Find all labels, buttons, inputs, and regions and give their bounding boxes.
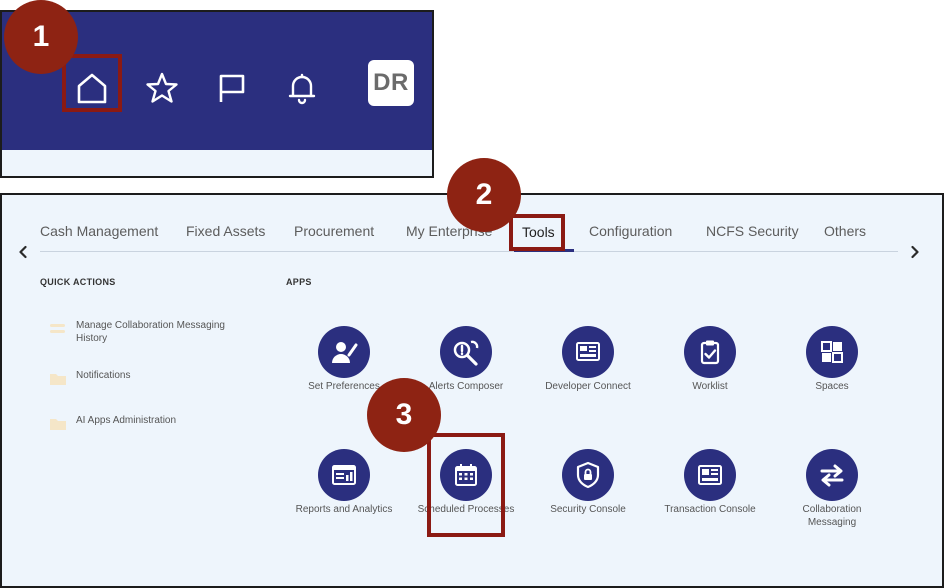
quick-action-collab-history[interactable]: Manage Collaboration Messaging History [48,319,246,345]
tab-cash-management[interactable]: Cash Management [40,223,158,239]
app-label: Developer Connect [545,381,631,392]
navigator-panel: Cash Management Fixed Assets Procurement… [0,193,944,588]
user-pen-icon [318,326,370,378]
shield-lock-icon [562,449,614,501]
app-label: Reports and Analytics [295,504,393,515]
step-badge-3: 3 [367,378,441,452]
user-avatar[interactable]: DR [368,60,414,106]
stage: DR 1 Cash Management Fixed Assets Procur… [0,0,944,588]
tab-divider [40,251,898,252]
app-security-console[interactable]: Security Console [533,449,643,516]
bell-icon[interactable] [282,68,322,108]
step-badge-1: 1 [4,0,78,74]
apps-title: APPS [286,277,312,287]
home-highlight-box [62,54,122,112]
tab-procurement[interactable]: Procurement [294,223,374,239]
app-label: Transaction Console [664,504,756,515]
app-label: Worklist [692,381,728,392]
app-collaboration-messaging[interactable]: Collaboration Messaging [777,449,887,529]
tab-ncfs-security[interactable]: NCFS Security [706,223,799,239]
app-spaces[interactable]: Spaces [777,326,887,393]
folder-icon [50,374,66,385]
tab-fixed-assets[interactable]: Fixed Assets [186,223,265,239]
quick-action-label: Notifications [76,370,131,381]
scheduled-processes-highlight-box [427,433,505,537]
swap-arrows-icon [806,449,858,501]
quick-actions-title: QUICK ACTIONS [40,277,116,287]
folder-icon [50,419,66,430]
quick-action-label: AI Apps Administration [76,415,177,426]
app-label: Security Console [550,504,626,515]
dashboard-icon [562,326,614,378]
quick-action-ai-apps[interactable]: AI Apps Administration [48,414,176,432]
app-alerts-composer[interactable]: Alerts Composer [411,326,521,393]
quick-action-notifications[interactable]: Notifications [48,369,130,387]
chevron-right-icon[interactable] [906,241,924,263]
app-reports-analytics[interactable]: Reports and Analytics [289,449,399,516]
app-worklist[interactable]: Worklist [655,326,765,393]
console-icon [684,449,736,501]
app-label: Collaboration Messaging [802,504,862,528]
star-icon[interactable] [142,68,182,108]
app-transaction-console[interactable]: Transaction Console [655,449,765,516]
tab-configuration[interactable]: Configuration [589,223,672,239]
chevron-left-icon[interactable] [14,241,32,263]
grid-icon [806,326,858,378]
alert-wrench-icon [440,326,492,378]
app-label: Spaces [815,381,849,392]
tab-others[interactable]: Others [824,223,866,239]
message-lines-icon [50,324,65,333]
app-set-preferences[interactable]: Set Preferences [289,326,399,393]
quick-action-label: Manage Collaboration Messaging History [76,320,225,344]
clipboard-check-icon [684,326,736,378]
report-icon [318,449,370,501]
step-badge-2: 2 [447,158,521,232]
flag-icon[interactable] [212,68,252,108]
tools-highlight-box [509,214,565,251]
app-developer-connect[interactable]: Developer Connect [533,326,643,393]
